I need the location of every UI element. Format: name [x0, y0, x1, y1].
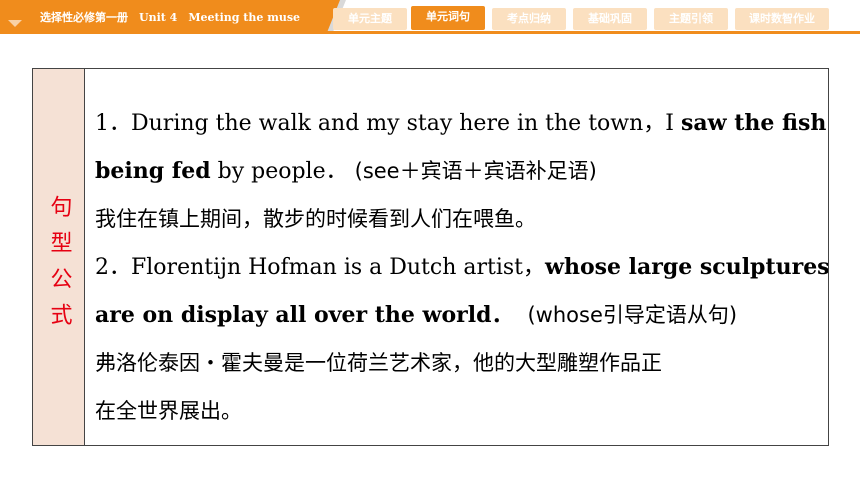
tab-unit-words[interactable]: 单元词句 [411, 6, 485, 30]
sentence-1-line-1: 1．During the walk and my stay here in th… [95, 99, 826, 147]
sentence-1-bold-2: being fed [95, 158, 211, 184]
slide-page: 选择性必修第一册 Unit 4 Meeting the muse 单元主题 单元… [0, 0, 860, 484]
sentence-content: 1．During the walk and my stay here in th… [85, 69, 828, 445]
sentence-2-line-1: 2．Florentijn Hofman is a Dutch artist，wh… [95, 243, 828, 291]
course-title: 选择性必修第一册 Unit 4 Meeting the muse [40, 11, 301, 24]
sentence-1-line-2: being fed by people． (see＋宾语＋宾语补足语) [95, 147, 818, 195]
tab-key-points[interactable]: 考点归纳 [492, 8, 566, 30]
sentence-1-text-2: by people． [210, 159, 348, 184]
sentence-1-number: 1． [95, 111, 131, 136]
sentence-2-translation-2: 在全世界展出。 [95, 399, 242, 423]
header-bar: 选择性必修第一册 Unit 4 Meeting the muse 单元主题 单元… [0, 0, 860, 34]
tab-theme-guide[interactable]: 主题引领 [654, 8, 728, 30]
header-underline [0, 31, 860, 34]
sentence-1-text: During the walk and my stay here in the … [131, 111, 681, 136]
sentence-2-grammar-note: (whose引导定语从句) [527, 303, 738, 327]
sentence-2-translation-1: 弗洛伦泰因・霍夫曼是一位荷兰艺术家，他的大型雕塑作品正 [95, 351, 662, 375]
tab-homework[interactable]: 课时数智作业 [735, 8, 829, 30]
sentence-2-bold-1: whose large sculptures [545, 254, 828, 280]
sentence-1-translation: 我住在镇上期间，散步的时候看到人们在喂鱼。 [95, 207, 536, 231]
side-panel: 句型公式 [33, 69, 85, 445]
title-corner-mark [8, 20, 22, 27]
sentence-2-bold-2: are on display all over the world． [95, 302, 514, 328]
sentence-2-number: 2． [95, 255, 131, 280]
tab-basic-practice[interactable]: 基础巩固 [573, 8, 647, 30]
sentence-pattern-box: 句型公式 1．During the walk and my stay here … [32, 68, 829, 446]
sentence-1-bold-1: saw the fish [680, 110, 827, 136]
sentence-2-line-2: are on display all over the world． (whos… [95, 291, 818, 339]
sentence-2-text: Florentijn Hofman is a Dutch artist， [131, 255, 546, 280]
side-label: 句型公式 [46, 195, 72, 339]
tab-unit-theme[interactable]: 单元主题 [333, 8, 407, 30]
sentence-1-grammar-note: (see＋宾语＋宾语补足语) [354, 159, 597, 183]
